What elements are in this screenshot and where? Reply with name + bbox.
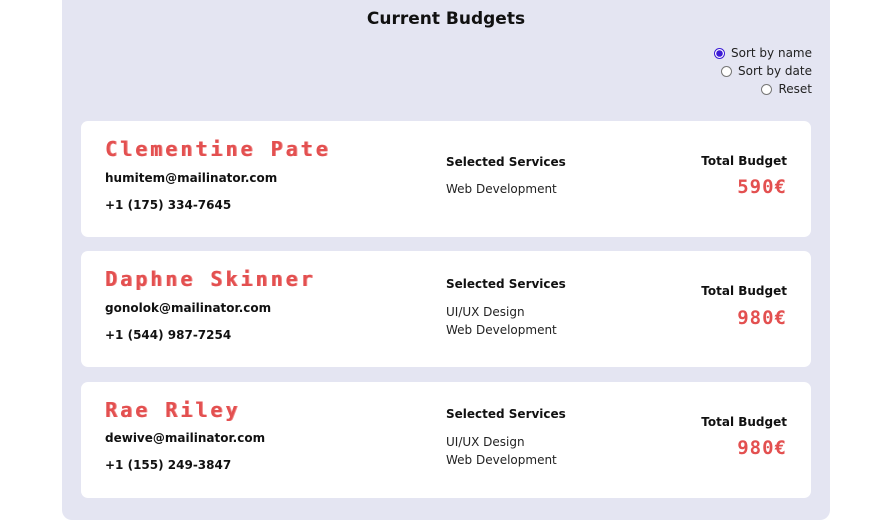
total-budget-heading: Total Budget [701, 415, 787, 429]
service-item: Web Development [446, 453, 557, 467]
sort-by-date-radio[interactable] [720, 65, 732, 77]
budget-card: Rae Riley dewive@mailinator.com +1 (155)… [81, 382, 811, 498]
reset-radio[interactable] [761, 83, 773, 95]
page-title: Current Budgets [366, 9, 526, 29]
client-name: Clementine Pate [105, 137, 331, 161]
client-name: Daphne Skinner [105, 267, 316, 291]
budget-card: Daphne Skinner gonolok@mailinator.com +1… [81, 251, 811, 367]
service-item: UI/UX Design [446, 305, 525, 319]
total-budget-heading: Total Budget [701, 154, 787, 168]
service-item: Web Development [446, 323, 557, 337]
reset-label: Reset [778, 82, 812, 96]
sort-by-name-label: Sort by name [731, 46, 812, 60]
sort-options: Sort by name Sort by date Reset [714, 44, 812, 98]
service-item: UI/UX Design [446, 435, 525, 449]
budgets-panel: Current Budgets Sort by name Sort by dat… [62, 0, 830, 520]
services-list: UI/UX Design Web Development [446, 303, 557, 339]
total-budget-value: 980€ [737, 437, 787, 459]
client-phone: +1 (544) 987-7254 [105, 328, 232, 342]
sort-by-name-radio[interactable] [714, 47, 726, 59]
client-email: gonolok@mailinator.com [105, 301, 272, 315]
total-budget-heading: Total Budget [701, 284, 787, 298]
sort-by-date-option[interactable]: Sort by date [720, 62, 812, 80]
total-budget-value: 980€ [737, 307, 787, 329]
services-list: UI/UX Design Web Development [446, 433, 557, 469]
reset-option[interactable]: Reset [761, 80, 812, 98]
services-list: Web Development [446, 180, 557, 198]
client-email: humitem@mailinator.com [105, 171, 278, 185]
budget-card: Clementine Pate humitem@mailinator.com +… [81, 121, 811, 237]
client-email: dewive@mailinator.com [105, 431, 266, 445]
service-item: Web Development [446, 182, 557, 196]
sort-by-name-option[interactable]: Sort by name [714, 44, 812, 62]
services-heading: Selected Services [446, 407, 566, 421]
sort-by-date-label: Sort by date [737, 64, 812, 78]
services-heading: Selected Services [446, 155, 566, 169]
services-heading: Selected Services [446, 277, 566, 291]
total-budget-value: 590€ [737, 176, 787, 198]
client-name: Rae Riley [105, 398, 241, 422]
client-phone: +1 (155) 249-3847 [105, 458, 232, 472]
client-phone: +1 (175) 334-7645 [105, 198, 232, 212]
